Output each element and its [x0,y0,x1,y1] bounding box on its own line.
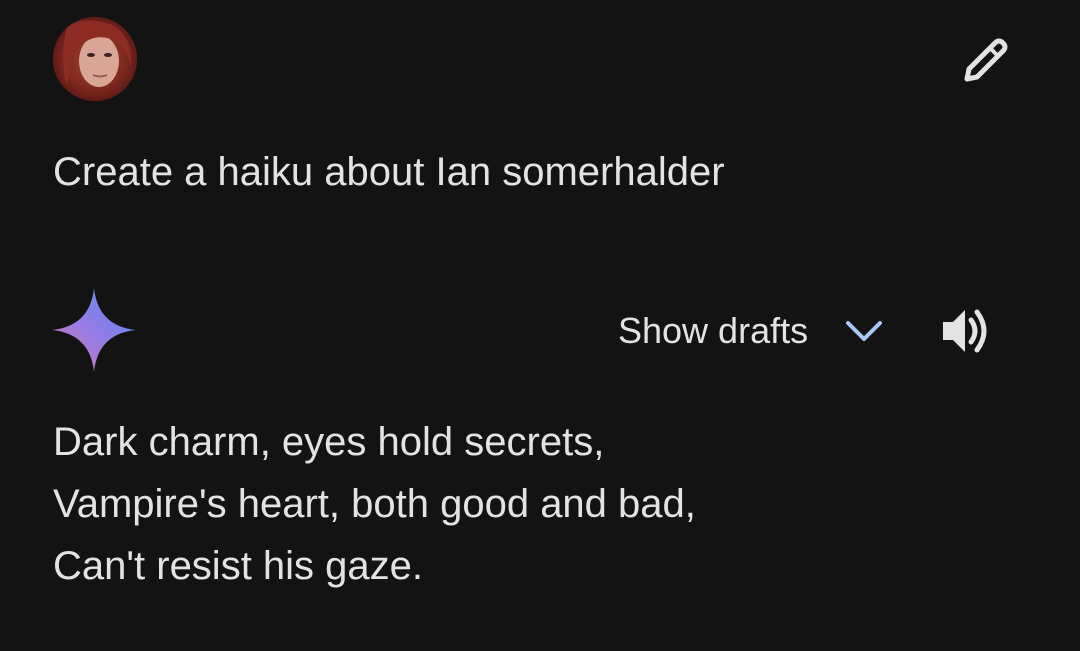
speaker-icon [943,309,987,353]
edit-prompt-button[interactable] [958,34,1014,86]
response-line: Vampire's heart, both good and bad, [53,482,696,526]
read-aloud-button[interactable] [938,304,994,358]
user-prompt-text: Create a haiku about Ian somerhalder [53,150,725,194]
user-avatar-photo [53,17,137,101]
pencil-icon [964,38,1008,82]
response-line: Dark charm, eyes hold secrets, [53,420,605,464]
gemini-sparkle-icon [52,288,136,372]
response-line: Can't resist his gaze. [53,544,424,588]
chevron-down-icon [844,317,884,345]
show-drafts-button[interactable]: Show drafts [618,308,884,354]
user-avatar[interactable] [53,17,137,101]
show-drafts-label: Show drafts [618,310,809,351]
model-response: Dark charm, eyes hold secrets, Vampire's… [53,411,696,597]
